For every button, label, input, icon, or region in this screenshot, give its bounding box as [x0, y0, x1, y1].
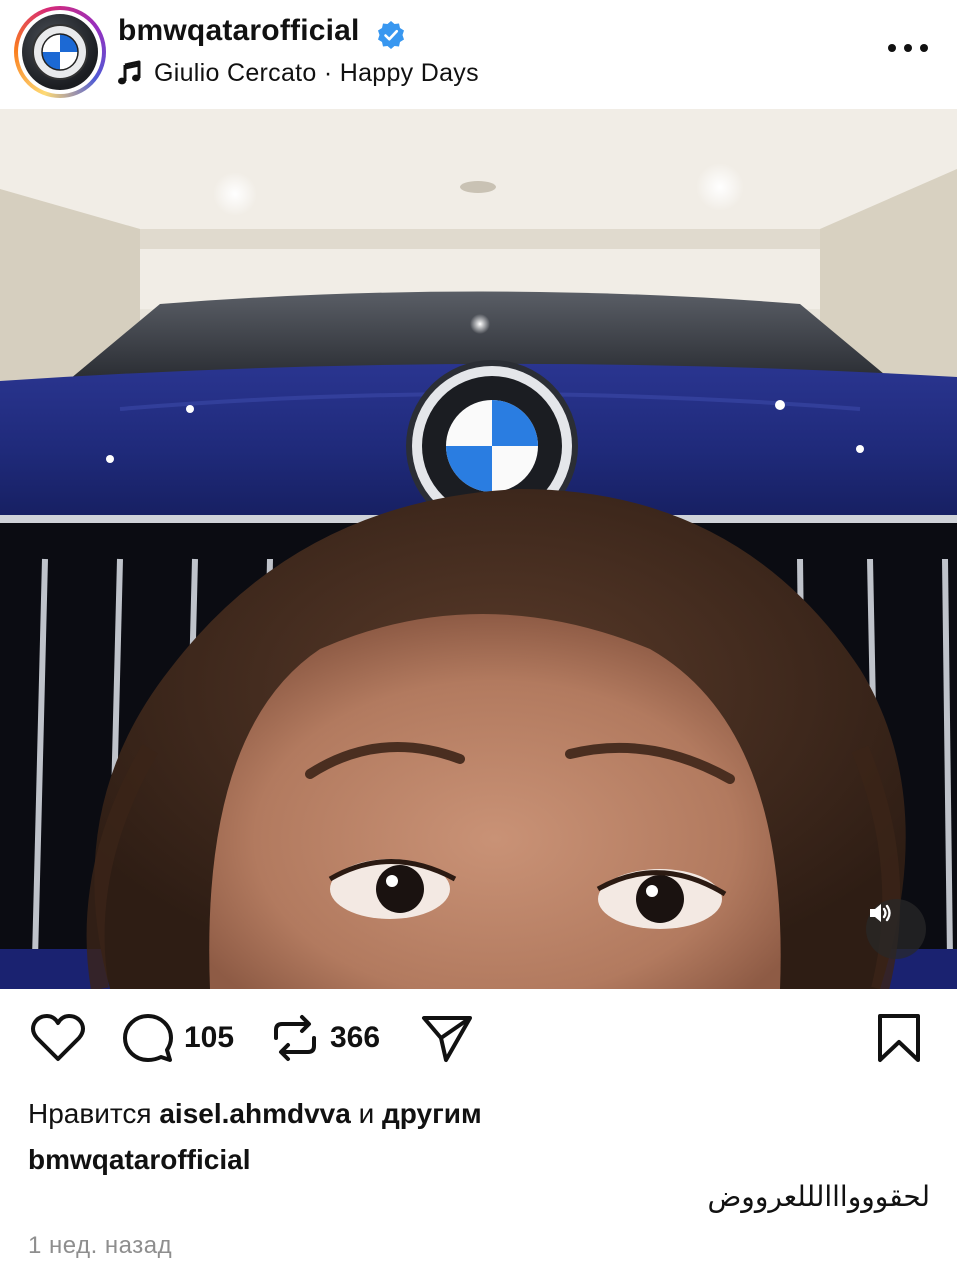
bookmark-icon [878, 1014, 920, 1062]
save-button[interactable] [876, 1012, 922, 1064]
liked-by-summary[interactable]: Нравится aisel.ahmdvva и другим [28, 1098, 482, 1130]
post-photo [0, 109, 957, 989]
avatar [22, 14, 98, 90]
music-attribution[interactable]: Giulio Cercato · Happy Days [116, 56, 479, 90]
caption-text: لحقوووااالللعرووض [707, 1180, 930, 1213]
share-button[interactable] [420, 1012, 474, 1064]
speaker-icon [870, 904, 891, 922]
repost-count: 366 [330, 1021, 381, 1054]
story-ring-avatar[interactable] [14, 6, 106, 98]
bmw-logo-icon [32, 24, 88, 80]
comment-icon [123, 1014, 173, 1062]
music-note-icon [118, 60, 141, 85]
repost-button[interactable]: 366 [270, 1012, 380, 1064]
comment-button[interactable]: 105 [122, 1012, 234, 1064]
post-header: bmwqatarofficial Giulio Cercato · Happy … [0, 0, 957, 108]
repost-icon [274, 1015, 316, 1061]
post-media[interactable] [0, 109, 957, 989]
liked-by-others[interactable]: другим [382, 1098, 482, 1129]
more-icon [888, 44, 896, 52]
more-options-button[interactable] [888, 32, 928, 64]
sound-toggle-button[interactable] [866, 899, 926, 959]
like-button[interactable] [30, 1012, 86, 1064]
post-timestamp: 1 нед. назад [28, 1232, 173, 1259]
caption-username[interactable]: bmwqatarofficial [28, 1144, 250, 1176]
liked-by-prefix: Нравится [28, 1098, 152, 1129]
heart-icon [31, 1014, 85, 1061]
comment-count: 105 [184, 1021, 235, 1054]
post-username[interactable]: bmwqatarofficial [118, 14, 360, 48]
action-bar: 105 366 [0, 990, 957, 1090]
music-label: Giulio Cercato · Happy Days [154, 58, 479, 87]
liked-by-user[interactable]: aisel.ahmdvva [159, 1098, 350, 1129]
verified-badge-icon [378, 21, 404, 49]
liked-by-connector: и [358, 1098, 375, 1129]
send-icon [422, 1016, 472, 1062]
